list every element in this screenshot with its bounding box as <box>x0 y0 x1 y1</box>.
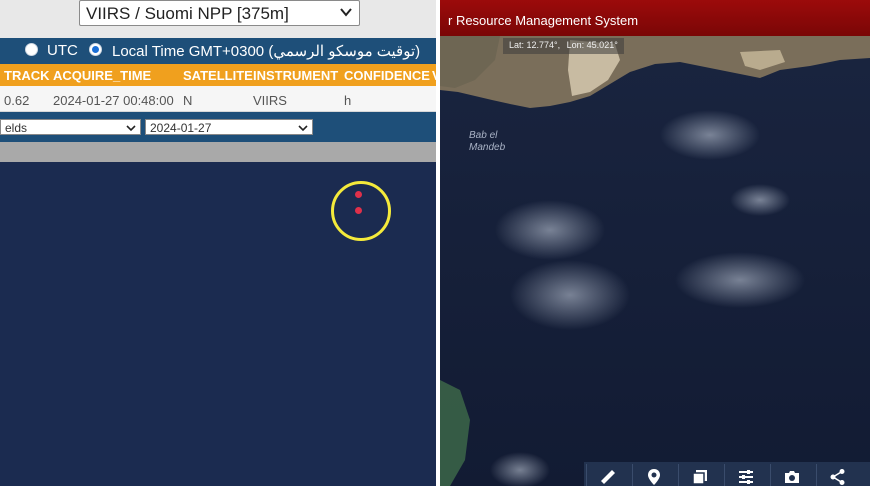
local-time-radio[interactable] <box>89 43 102 56</box>
share-icon <box>830 469 845 485</box>
table-cell: VIIRS <box>253 93 287 108</box>
date-select-value: 2024-01-27 <box>150 121 212 135</box>
place-label: Bab el Mandeb <box>469 130 505 154</box>
filter-row: elds 2024-01-27 <box>0 112 436 142</box>
local-time-label: Local Time GMT+0300 (توقيت موسكو الرسمي) <box>112 43 421 60</box>
table-row[interactable]: 0.62 2024-01-27 00:48:00 N VIIRS h <box>0 86 436 112</box>
sliders-icon <box>739 470 753 484</box>
place-label-line: Mandeb <box>469 142 506 153</box>
camera-icon <box>785 471 799 483</box>
table-cell: h <box>344 93 352 108</box>
measure-tool-button[interactable] <box>586 464 628 486</box>
date-select[interactable]: 2024-01-27 <box>145 119 313 135</box>
table-cell: 2024-01-27 00:48:00 <box>53 93 174 108</box>
column-header[interactable]: CONFIDENCE <box>344 68 430 83</box>
share-button[interactable] <box>816 464 858 486</box>
ruler-icon <box>601 470 615 484</box>
app-title: r Resource Management System <box>448 13 639 28</box>
column-header[interactable]: TRACK <box>4 68 50 83</box>
fields-select[interactable]: elds <box>0 119 141 135</box>
location-button[interactable] <box>632 464 674 486</box>
layers-button[interactable] <box>678 464 720 486</box>
chevron-down-icon <box>298 125 308 132</box>
location-pin-icon <box>648 469 660 485</box>
sensor-select[interactable]: VIIRS / Suomi NPP [375m] <box>79 0 360 26</box>
table-cell: N <box>183 93 193 108</box>
fire-detection-dot[interactable] <box>355 207 362 214</box>
table-header: TRACK ACQUIRE_TIME SATELLITE INSTRUMENT … <box>0 64 436 86</box>
snapshot-button[interactable] <box>770 464 812 486</box>
column-header[interactable]: INSTRUMENT <box>253 68 338 83</box>
satellite-map[interactable] <box>440 0 870 486</box>
settings-button[interactable] <box>724 464 766 486</box>
sensor-bar: VIIRS / Suomi NPP [375m] <box>0 0 436 38</box>
column-header[interactable]: ACQUIRE_TIME <box>53 68 151 83</box>
table-cell: 0.62 <box>4 93 30 108</box>
chevron-down-icon <box>126 125 136 132</box>
app-title-bar: r Resource Management System <box>440 0 870 36</box>
fire-detection-dot[interactable] <box>355 191 362 198</box>
place-label-line: Bab el <box>469 130 498 141</box>
column-header[interactable]: SATELLITE <box>183 68 253 83</box>
sensor-select-value: VIIRS / Suomi NPP [375m] <box>86 4 289 23</box>
chevron-down-icon <box>340 8 352 17</box>
layers-icon <box>692 470 707 485</box>
coordinate-readout: Lat: 12.774°, Lon: 45.021° <box>503 38 624 54</box>
fire-data-panel: VIIRS / Suomi NPP [375m] UTC Local Time … <box>0 0 436 486</box>
utc-radio[interactable] <box>25 43 38 56</box>
separator-bar <box>0 142 436 162</box>
latitude-value: Lat: 12.774°, <box>509 40 561 50</box>
map-toolbar <box>584 462 870 486</box>
fields-select-value: elds <box>5 121 28 135</box>
satellite-map-panel: r Resource Management System Lat: 12.774… <box>440 0 870 486</box>
time-mode-row: UTC Local Time GMT+0300 (توقيت موسكو الر… <box>0 38 436 64</box>
longitude-value: Lon: 45.021° <box>566 40 618 50</box>
utc-label: UTC <box>47 42 78 59</box>
